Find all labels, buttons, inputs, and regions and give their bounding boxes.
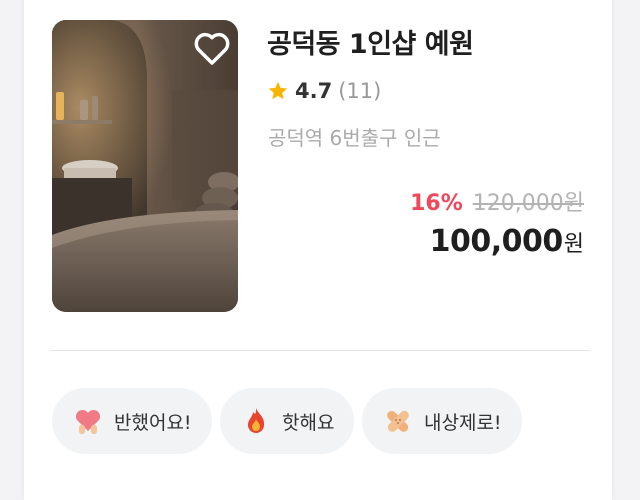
heart-hands-icon [72,405,104,437]
product-title[interactable]: 공덕동 1인샵 예원 [267,22,474,61]
reaction-chip-love[interactable]: 반했어요! [52,388,212,454]
final-price-row: 100,000 원 [430,224,584,259]
rating-row: 4.7 (11) [267,76,381,106]
fire-icon [240,405,272,437]
reaction-chip-hot[interactable]: 핫해요 [220,388,355,454]
final-price: 100,000 [429,224,564,259]
reaction-label: 내상제로! [424,411,502,434]
favorite-button[interactable] [192,28,232,68]
reaction-chip-zero[interactable]: 내상제로! [362,388,522,454]
location-text: 공덕역 6번출구 인근 [268,126,441,150]
bandage-icon [382,405,414,437]
reaction-label: 핫해요 [282,411,335,434]
price-row: 16% 120,000원 [410,185,584,217]
review-count[interactable]: (11) [338,79,381,103]
star-icon [268,81,288,100]
discount-rate: 16% [410,191,463,216]
rating-value: 4.7 [295,79,333,103]
reaction-label: 반했어요! [114,411,192,434]
currency-label: 원 [563,232,584,257]
heart-outline-icon [194,32,230,65]
original-price: 120,000원 [472,191,584,216]
divider [50,350,590,351]
